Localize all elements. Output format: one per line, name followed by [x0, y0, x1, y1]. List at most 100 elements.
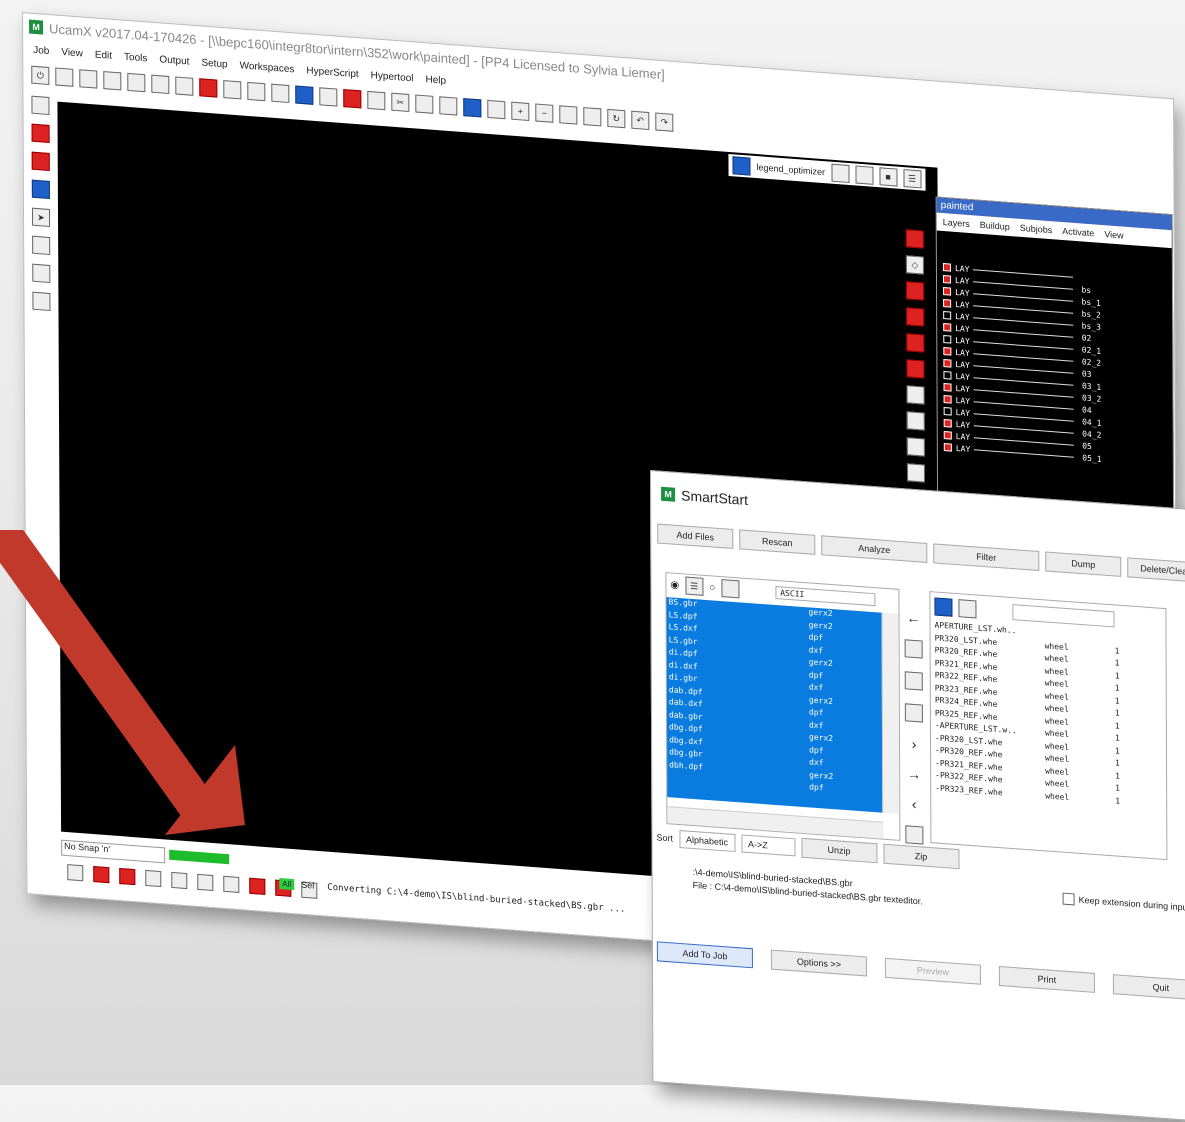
- chevron-right-icon[interactable]: ›: [912, 736, 917, 752]
- panel-icon[interactable]: [906, 229, 924, 248]
- menu-job[interactable]: Job: [33, 44, 49, 56]
- save-disk-icon[interactable]: [905, 703, 923, 722]
- zip-button[interactable]: Zip: [883, 844, 959, 869]
- list-icon[interactable]: ☰: [903, 169, 921, 188]
- zoom-fit-icon[interactable]: [583, 107, 601, 126]
- source-list-vscroll[interactable]: [882, 613, 900, 814]
- layer-visibility-toggle[interactable]: [943, 335, 951, 344]
- layer-visibility-toggle[interactable]: [943, 275, 951, 284]
- dump-button[interactable]: Dump: [1045, 551, 1121, 576]
- phone-icon[interactable]: [855, 165, 873, 184]
- layer-visibility-toggle[interactable]: [944, 383, 952, 392]
- tab-buildup[interactable]: Buildup: [980, 220, 1010, 232]
- tab-subjobs[interactable]: Subjobs: [1020, 223, 1053, 235]
- contrast-icon[interactable]: [32, 264, 50, 283]
- edit-icon[interactable]: [175, 76, 193, 95]
- new-job-icon[interactable]: [55, 67, 73, 86]
- tab-layers[interactable]: Layers: [943, 217, 970, 229]
- step3-icon[interactable]: [906, 333, 924, 352]
- pin-icon[interactable]: [487, 100, 505, 119]
- pcb-icon[interactable]: [31, 96, 49, 115]
- job-filter-field[interactable]: [1012, 604, 1114, 627]
- add-to-job-button[interactable]: Add To Job: [657, 941, 753, 968]
- radio-list-view-icon[interactable]: ◉: [670, 579, 679, 591]
- list-view-icon[interactable]: ☰: [685, 577, 703, 596]
- barcode2-icon[interactable]: [907, 411, 925, 430]
- layer-visibility-toggle[interactable]: [943, 311, 951, 320]
- unzip-button[interactable]: Unzip: [801, 838, 877, 863]
- chevron-left-icon[interactable]: ‹: [912, 796, 917, 812]
- arrow-right-icon[interactable]: →: [907, 765, 921, 782]
- output-icon[interactable]: [199, 78, 217, 97]
- keep-extension-option[interactable]: Keep extension during input: [1063, 893, 1185, 914]
- job-file-list[interactable]: APERTURE_LST.wh..PR320_LST.whewheel1PR32…: [931, 620, 1167, 812]
- power-icon[interactable]: ⏻: [31, 66, 49, 85]
- report-icon[interactable]: [319, 87, 337, 106]
- page-icon[interactable]: [958, 599, 976, 618]
- menu-view[interactable]: View: [61, 46, 83, 59]
- save-disk2-icon[interactable]: [905, 825, 923, 844]
- preview-button[interactable]: Preview: [885, 958, 981, 985]
- import-icon[interactable]: [32, 124, 50, 143]
- diamond-icon[interactable]: ◇: [906, 255, 924, 274]
- layer-visibility-toggle[interactable]: [943, 371, 951, 380]
- document-icon[interactable]: [151, 75, 169, 94]
- menu-setup[interactable]: Setup: [201, 57, 227, 70]
- rescan-button[interactable]: Rescan: [739, 529, 815, 554]
- net-icon[interactable]: [247, 82, 265, 101]
- add-files-button[interactable]: Add Files: [657, 524, 733, 549]
- source-file-list[interactable]: BS.gbrgerx2LS.dpfgerx2LS.dxfdpfLS.gbrdxf…: [667, 597, 884, 813]
- menu-workspaces[interactable]: Workspaces: [240, 60, 295, 75]
- layer-visibility-toggle[interactable]: [943, 359, 951, 368]
- menu-tools[interactable]: Tools: [124, 51, 147, 64]
- optimizer-icon[interactable]: [732, 156, 750, 175]
- route-icon[interactable]: [295, 85, 313, 104]
- probe-icon[interactable]: [439, 96, 457, 115]
- job-tree-icon[interactable]: [934, 597, 952, 616]
- globe-icon[interactable]: [32, 180, 50, 199]
- zoom-in-icon[interactable]: +: [511, 102, 529, 121]
- step-icon[interactable]: [906, 281, 924, 300]
- layers-icon[interactable]: [103, 71, 121, 90]
- sel-button[interactable]: Sel: [301, 880, 314, 891]
- legend-optimizer-label[interactable]: legend_optimizer: [756, 162, 825, 177]
- doc-dark-icon[interactable]: [905, 639, 923, 658]
- doc-light-icon[interactable]: [905, 671, 923, 690]
- redraw-icon[interactable]: ↻: [607, 109, 625, 128]
- layer-visibility-toggle[interactable]: [944, 407, 952, 416]
- layer-visibility-toggle[interactable]: [943, 263, 951, 272]
- pointer-icon[interactable]: ➤: [32, 208, 50, 227]
- layer-visibility-toggle[interactable]: [944, 443, 952, 452]
- open-folder-icon[interactable]: [79, 69, 97, 88]
- binoculars-icon[interactable]: [907, 463, 925, 482]
- barcode-icon[interactable]: [907, 385, 925, 404]
- keep-extension-checkbox[interactable]: [1063, 893, 1075, 906]
- drc-icon[interactable]: [271, 84, 289, 103]
- home-icon[interactable]: [343, 89, 361, 108]
- all-button[interactable]: All: [279, 878, 294, 890]
- sort-select[interactable]: Alphabetic: [679, 830, 735, 852]
- step2-icon[interactable]: [906, 307, 924, 326]
- grid-view-icon[interactable]: [721, 579, 739, 598]
- layer-visibility-toggle[interactable]: [944, 419, 952, 428]
- redo-icon[interactable]: ↷: [655, 112, 673, 131]
- radio-grid-view-icon[interactable]: ○: [709, 582, 715, 593]
- drc-small-icon[interactable]: [831, 164, 849, 183]
- quit-button[interactable]: Quit: [1113, 974, 1185, 1001]
- layer-visibility-toggle[interactable]: [943, 347, 951, 356]
- layer-visibility-toggle[interactable]: [943, 323, 951, 332]
- checker-icon[interactable]: [32, 292, 50, 311]
- cad-icon[interactable]: [223, 80, 241, 99]
- options-button[interactable]: Options >>: [771, 950, 867, 977]
- ascii-filter-field[interactable]: ASCII: [775, 585, 875, 605]
- filter-button[interactable]: Filter: [933, 543, 1039, 571]
- print-button[interactable]: Print: [999, 966, 1095, 993]
- analyze-button[interactable]: Analyze: [821, 535, 927, 563]
- paste-icon[interactable]: [415, 94, 433, 113]
- measure-icon[interactable]: [32, 236, 50, 255]
- undo-icon[interactable]: ↶: [631, 111, 649, 130]
- menu-hyperscript[interactable]: HyperScript: [306, 65, 358, 80]
- layer-visibility-toggle[interactable]: [944, 395, 952, 404]
- layer-visibility-toggle[interactable]: [943, 299, 951, 308]
- save-icon[interactable]: [127, 73, 145, 92]
